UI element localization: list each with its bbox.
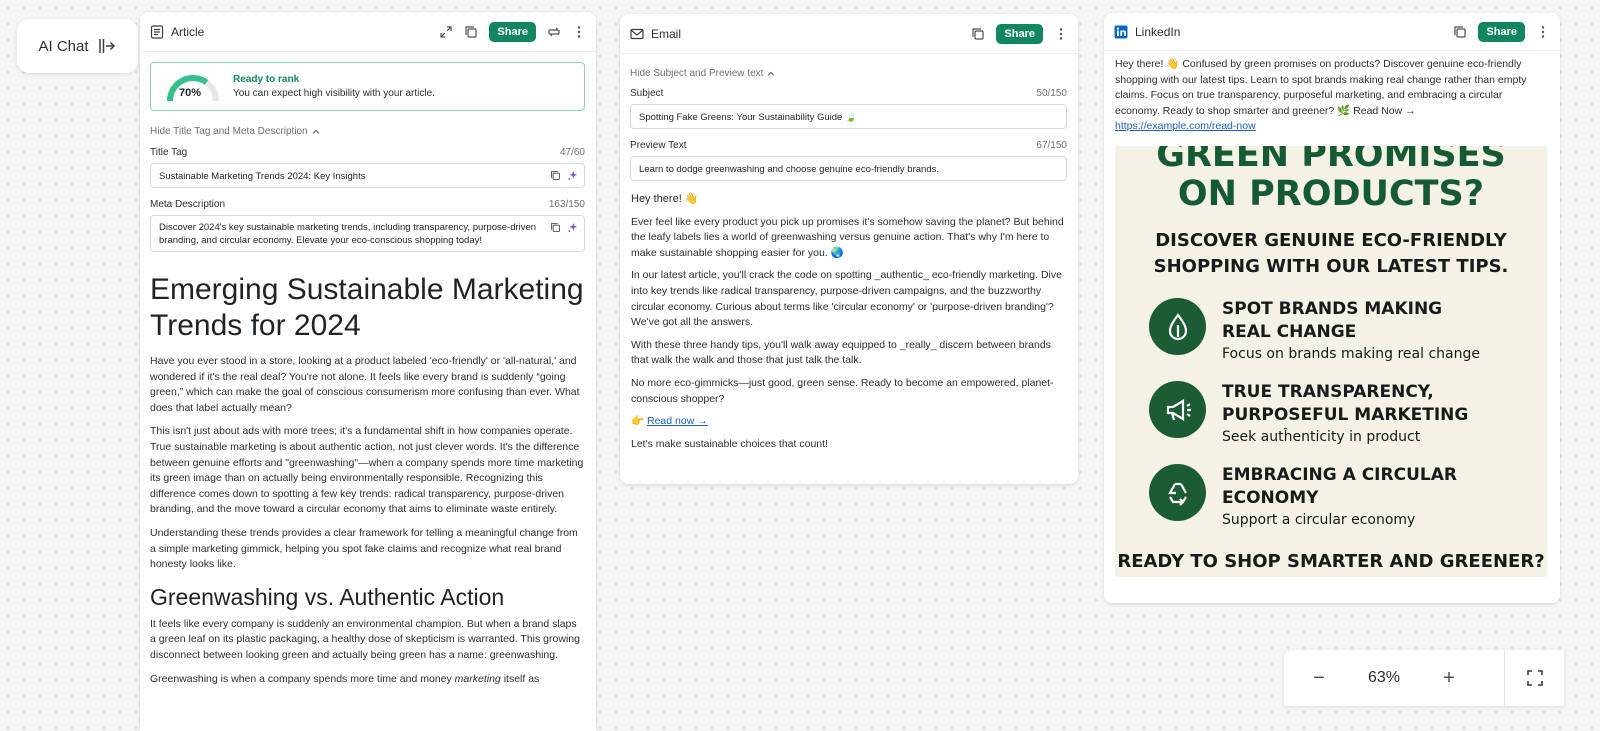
expand-icon[interactable] xyxy=(439,25,453,39)
image-item: EMBRACING A CIRCULAR ECONOMY Support a c… xyxy=(1149,464,1457,530)
linkedin-title: LinkedIn xyxy=(1135,24,1181,39)
copy-icon[interactable] xyxy=(550,170,561,181)
image-item: SPOT BRANDS MAKING REAL CHANGE Focus on … xyxy=(1149,298,1480,364)
leaf-drop-icon xyxy=(1149,298,1206,355)
copy-icon[interactable] xyxy=(1453,25,1467,39)
article-subheading: Greenwashing vs. Authentic Action xyxy=(150,583,505,610)
preview-label-row: Preview Text 67/150 xyxy=(630,140,1067,151)
more-options-icon[interactable] xyxy=(572,25,586,39)
email-greeting: Hey there! 👋 xyxy=(631,193,699,205)
email-header: Email Share xyxy=(620,14,1078,54)
rank-score-box: 70% Ready to rank You can expect high vi… xyxy=(150,62,585,111)
copy-icon[interactable] xyxy=(550,222,561,233)
meta-description-count: 163/150 xyxy=(548,199,585,210)
linkedin-post-text: Hey there! 👋 Confused by green promises … xyxy=(1115,58,1527,133)
email-paragraph: Ever feel like every product you pick up… xyxy=(631,215,1064,259)
image-subheadline: SHOPPING WITH OUR LATEST TIPS. xyxy=(1153,256,1509,277)
copy-icon[interactable] xyxy=(464,25,478,39)
zoom-level: 63% xyxy=(1367,669,1401,686)
article-paragraph: Greenwashing is when a company spends mo… xyxy=(150,672,540,685)
article-heading: Emerging Sustainable Marketing Trends fo… xyxy=(150,273,584,342)
rank-percent: 70% xyxy=(179,86,202,99)
sidebar-collapse-icon xyxy=(98,39,115,53)
zoom-in-button[interactable]: + xyxy=(1414,667,1484,690)
image-headline: GREEN PROMISES xyxy=(1156,146,1506,175)
article-paragraph: It feels like every company is suddenly … xyxy=(150,617,580,661)
preview-text-input[interactable]: Learn to dodge greenwashing and choose g… xyxy=(630,156,1067,181)
title-tag-input[interactable]: Sustainable Marketing Trends 2024: Key I… xyxy=(150,163,585,188)
linkedin-header: LinkedIn Share xyxy=(1104,13,1560,51)
ai-chat-button[interactable]: AI Chat xyxy=(17,19,138,73)
regenerate-icon[interactable] xyxy=(547,25,561,39)
article-header: Article Share xyxy=(140,12,596,52)
rank-message: You can expect high visibility with your… xyxy=(233,88,435,99)
email-title: Email xyxy=(651,26,682,41)
email-closing: Let's make sustainable choices that coun… xyxy=(631,437,828,450)
rank-gauge: 70% xyxy=(165,71,221,103)
article-paragraph: This isn't just about ads with more tree… xyxy=(150,425,584,516)
copy-icon[interactable] xyxy=(971,27,985,41)
article-paragraph: Understanding these trends provides a cl… xyxy=(150,526,578,571)
more-options-icon[interactable] xyxy=(1536,25,1550,39)
zoom-controls: − 63% + xyxy=(1284,650,1564,706)
linkedin-link[interactable]: https://example.com/read-now xyxy=(1115,120,1256,132)
email-paragraph: No more eco-gimmicks—just good, green se… xyxy=(631,376,1054,405)
email-paragraph: With these three handy tips, you'll walk… xyxy=(631,338,1051,367)
linkedin-panel: LinkedIn Share Hey there! 👋 Confused by … xyxy=(1104,13,1560,603)
email-paragraph: In our latest article, you'll crack the … xyxy=(631,269,1062,329)
rank-status: Ready to rank xyxy=(233,74,300,85)
image-headline: ON PRODUCTS? xyxy=(1177,174,1485,214)
chevron-up-icon xyxy=(312,129,320,134)
linkedin-post-image: GREEN PROMISES ON PRODUCTS? DISCOVER GEN… xyxy=(1115,146,1547,577)
recycle-icon xyxy=(1149,464,1206,521)
document-icon xyxy=(150,24,164,39)
fullscreen-icon xyxy=(1526,670,1543,686)
toggle-subject-preview[interactable]: Hide Subject and Preview text xyxy=(620,68,1078,79)
preview-count: 67/150 xyxy=(1036,140,1067,151)
ai-chat-label: AI Chat xyxy=(38,37,89,55)
article-title: Article xyxy=(171,24,205,39)
zoom-out-button[interactable]: − xyxy=(1284,667,1354,690)
linkedin-icon xyxy=(1114,25,1128,39)
article-share-button[interactable]: Share xyxy=(489,21,536,42)
article-paragraph: Have you ever stood in a store, looking … xyxy=(150,355,580,414)
meta-description-label-row: Meta Description 163/150 xyxy=(150,199,585,210)
title-tag-label-row: Title Tag 47/60 xyxy=(150,147,585,158)
ai-sparkle-icon[interactable] xyxy=(567,222,578,233)
article-panel: Article Share 70% Ready to rank You can … xyxy=(140,12,596,731)
subject-label-row: Subject 50/150 xyxy=(630,88,1067,99)
chevron-up-icon xyxy=(767,71,775,76)
read-now-link[interactable]: Read now → xyxy=(647,415,708,427)
toggle-title-meta[interactable]: Hide Title Tag and Meta Description xyxy=(140,126,596,137)
more-options-icon[interactable] xyxy=(1054,27,1068,41)
ai-sparkle-icon[interactable] xyxy=(567,170,578,181)
megaphone-icon xyxy=(1149,381,1206,438)
image-footer: READY TO SHOP SMARTER AND GREENER? xyxy=(1117,551,1545,572)
title-tag-count: 47/60 xyxy=(559,147,585,158)
email-cta: 👉 Read now → xyxy=(631,415,708,428)
meta-description-input[interactable]: Discover 2024's key sustainable marketin… xyxy=(150,215,585,252)
email-share-button[interactable]: Share xyxy=(996,23,1043,44)
email-panel: Email Share Hide Subject and Preview tex… xyxy=(620,14,1078,484)
fit-screen-button[interactable] xyxy=(1505,670,1564,686)
subject-count: 50/150 xyxy=(1036,88,1067,99)
subject-input[interactable]: Spotting Fake Greens: Your Sustainabilit… xyxy=(630,104,1067,129)
image-item: TRUE TRANSPARENCY, PURPOSEFUL MARKETING … xyxy=(1149,381,1468,447)
image-subheadline: DISCOVER GENUINE ECO-FRIENDLY xyxy=(1155,230,1507,251)
linkedin-share-button[interactable]: Share xyxy=(1478,21,1525,42)
mail-icon xyxy=(630,27,644,41)
